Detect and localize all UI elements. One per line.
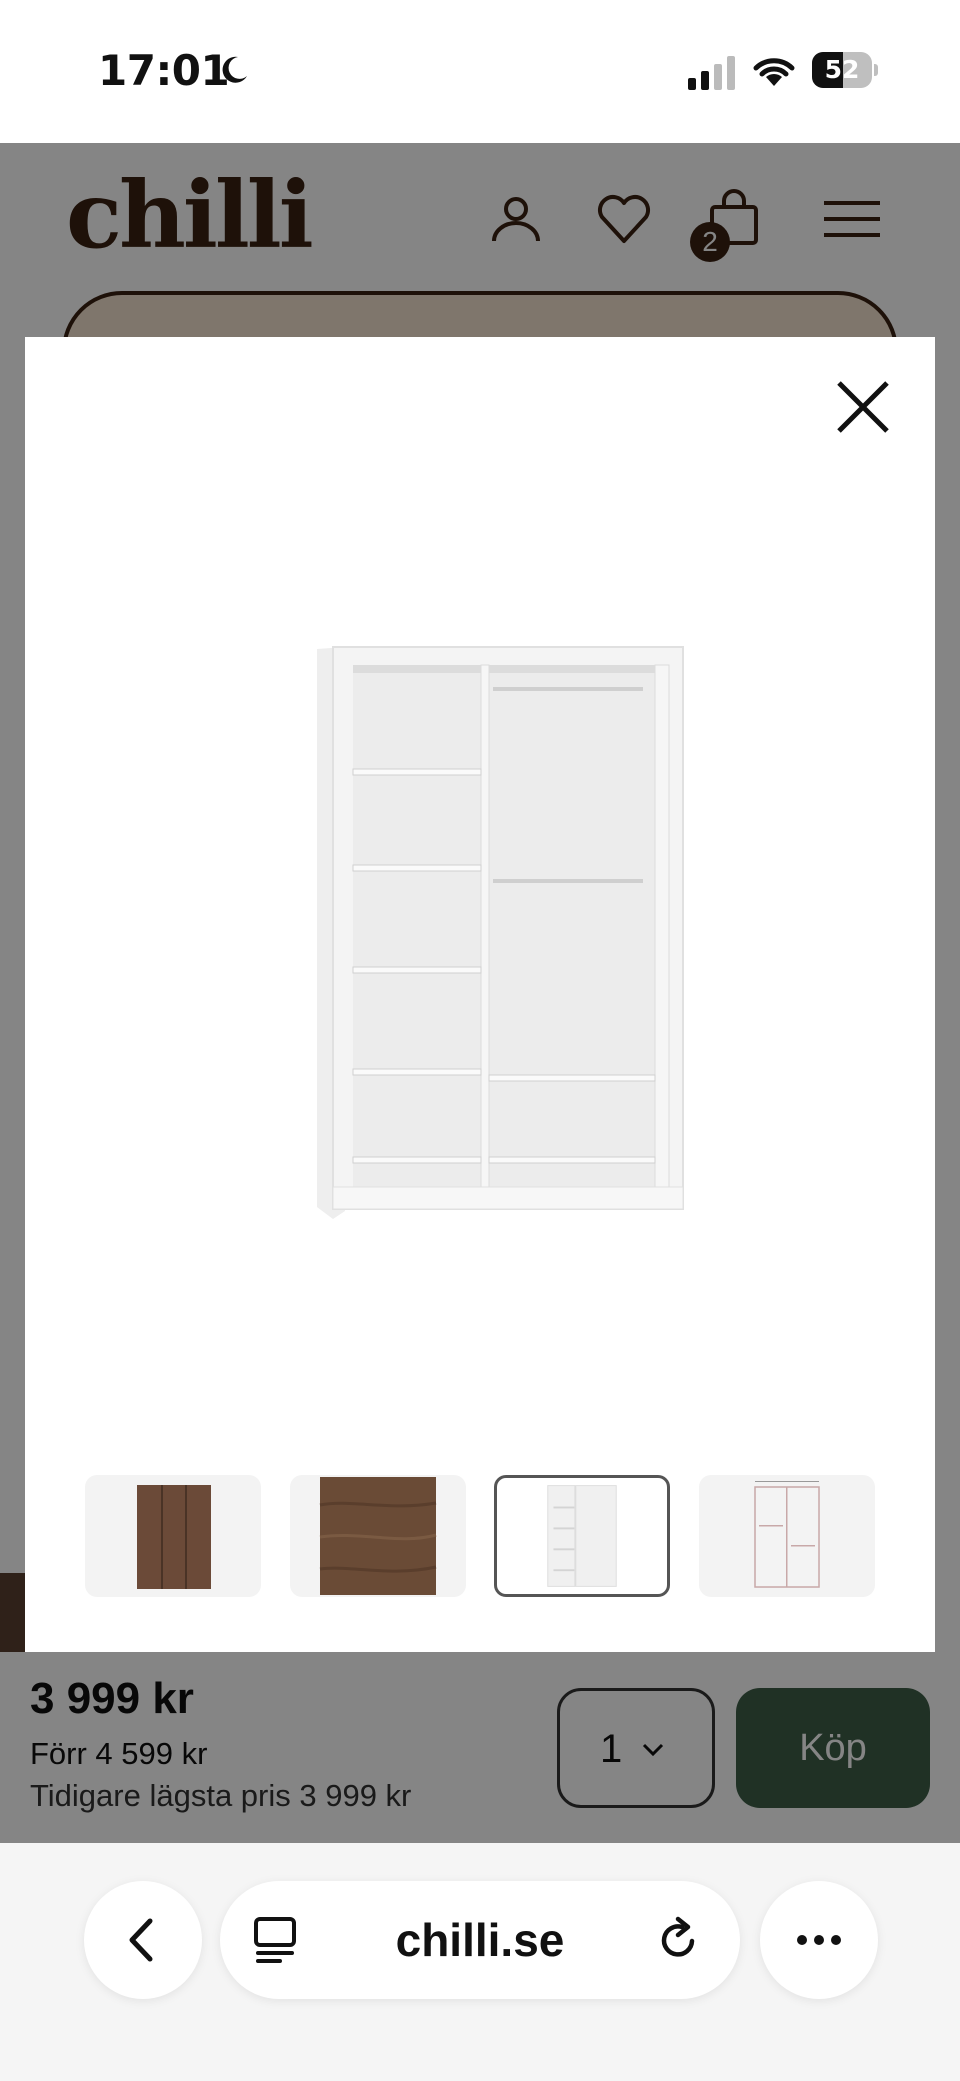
thumbnail-strip — [25, 1475, 935, 1601]
thumb-dimension-drawing[interactable] — [699, 1475, 875, 1597]
cellular-signal-icon — [688, 56, 735, 90]
thumb-dark-wardrobe[interactable] — [85, 1475, 261, 1597]
thumb-white-wardrobe[interactable] — [494, 1475, 670, 1597]
thumb-wood-texture[interactable] — [290, 1475, 466, 1597]
close-icon[interactable] — [833, 377, 893, 437]
more-dots-icon — [797, 1935, 841, 1945]
status-bar: 17:01 52 — [0, 0, 960, 143]
browser-more-button[interactable] — [760, 1881, 878, 1999]
address-bar[interactable]: chilli.se — [220, 1881, 740, 1999]
wifi-icon — [753, 58, 795, 86]
wardrobe-main-image — [317, 646, 684, 1219]
browser-toolbar: chilli.se — [0, 1843, 960, 2081]
battery-percent: 52 — [824, 55, 860, 84]
reload-icon[interactable] — [654, 1915, 704, 1965]
image-gallery-modal — [25, 337, 935, 1652]
battery-indicator: 52 — [812, 52, 878, 88]
browser-back-button[interactable] — [84, 1881, 202, 1999]
moon-icon — [222, 56, 247, 83]
status-time: 17:01 — [98, 46, 230, 95]
chevron-left-icon — [129, 1918, 153, 1962]
